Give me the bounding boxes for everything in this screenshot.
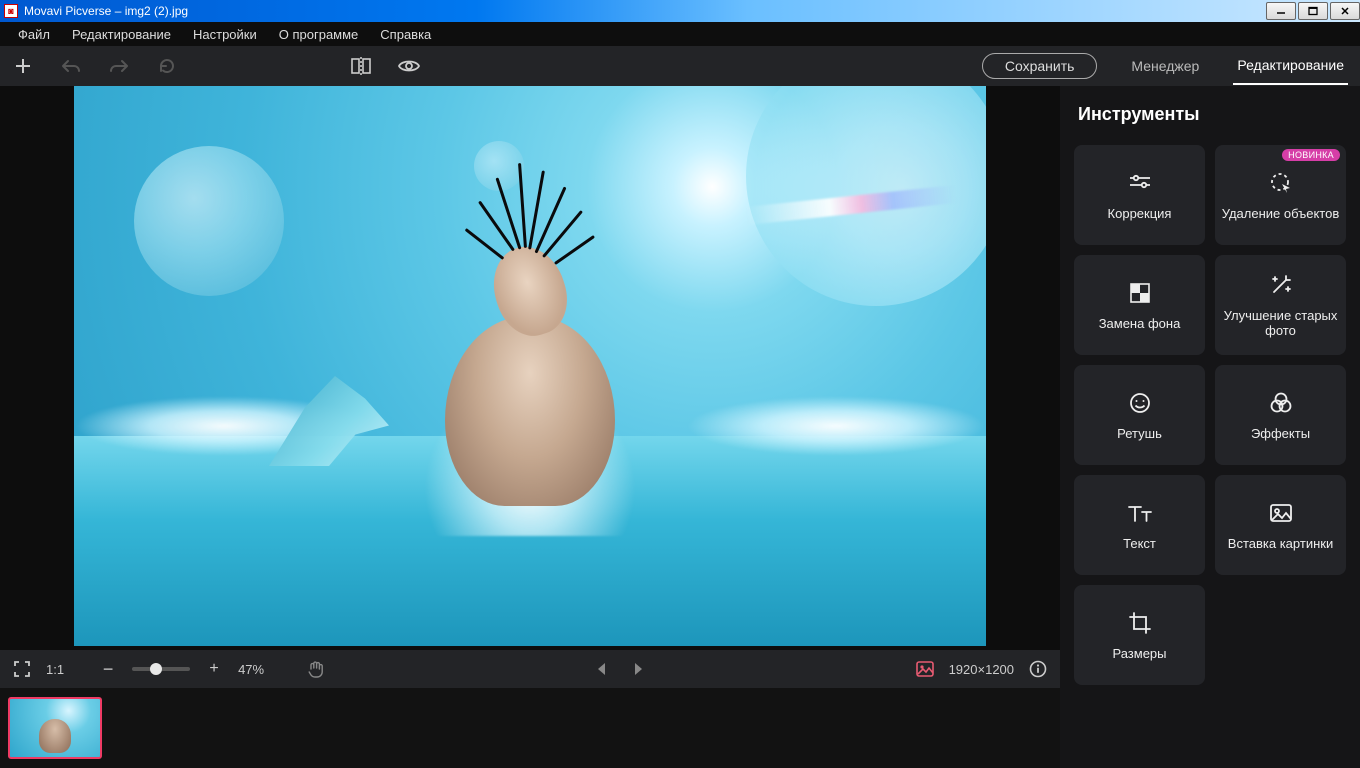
add-icon[interactable]	[12, 55, 34, 77]
save-button[interactable]: Сохранить	[982, 53, 1098, 79]
tool-object-removal[interactable]: НОВИНКА Удаление объектов	[1215, 145, 1346, 245]
canvas-viewport[interactable]	[0, 86, 1060, 650]
menu-file[interactable]: Файл	[8, 24, 60, 45]
tools-sidebar: Инструменты Коррекция НОВИНКА Удаление о…	[1060, 86, 1360, 768]
redo-icon[interactable]	[108, 55, 130, 77]
sliders-icon	[1127, 170, 1153, 196]
minimize-button[interactable]	[1266, 2, 1296, 20]
image-icon	[1268, 500, 1294, 526]
zoom-value: 47%	[238, 662, 264, 677]
tool-label: Эффекты	[1251, 426, 1310, 441]
preview-eye-icon[interactable]	[398, 55, 420, 77]
window-title: Movavi Picverse – img2 (2).jpg	[24, 4, 188, 18]
main-toolbar: Сохранить Менеджер Редактирование	[0, 46, 1360, 86]
next-image-icon[interactable]	[629, 659, 649, 679]
window-titlebar: ◙ Movavi Picverse – img2 (2).jpg	[0, 0, 1360, 22]
tab-manager[interactable]: Менеджер	[1127, 48, 1203, 84]
fit-actual-label[interactable]: 1:1	[46, 662, 64, 677]
app-icon: ◙	[4, 4, 18, 18]
tool-label: Улучшение старых фото	[1221, 308, 1340, 338]
bottom-controls: 1:1 − + 47% 1920×1200	[0, 650, 1060, 688]
tool-label: Коррекция	[1108, 206, 1172, 221]
close-button[interactable]	[1330, 2, 1360, 20]
undo-icon[interactable]	[60, 55, 82, 77]
thumbnail-selected[interactable]	[8, 697, 102, 759]
menu-help[interactable]: Справка	[370, 24, 441, 45]
venn-icon	[1268, 390, 1294, 416]
tool-label: Текст	[1123, 536, 1156, 551]
edited-image	[74, 86, 986, 646]
target-cursor-icon	[1268, 170, 1294, 196]
thumbnail-strip	[0, 688, 1060, 768]
window-controls	[1264, 2, 1360, 20]
compare-icon[interactable]	[350, 55, 372, 77]
tool-insert-image[interactable]: Вставка картинки	[1215, 475, 1346, 575]
zoom-slider-thumb[interactable]	[150, 663, 162, 675]
maximize-button[interactable]	[1298, 2, 1328, 20]
tool-old-photo[interactable]: Улучшение старых фото	[1215, 255, 1346, 355]
crop-icon	[1127, 610, 1153, 636]
tool-label: Замена фона	[1099, 316, 1181, 331]
main-area: 1:1 − + 47% 1920×1200	[0, 86, 1360, 768]
pan-hand-icon[interactable]	[306, 659, 326, 679]
menu-edit[interactable]: Редактирование	[62, 24, 181, 45]
sidebar-title: Инструменты	[1074, 104, 1346, 125]
zoom-in-button[interactable]: +	[204, 659, 224, 679]
menu-about[interactable]: О программе	[269, 24, 369, 45]
tool-resize[interactable]: Размеры	[1074, 585, 1205, 685]
canvas-area: 1:1 − + 47% 1920×1200	[0, 86, 1060, 768]
menubar: Файл Редактирование Настройки О программ…	[0, 22, 1360, 46]
reset-icon[interactable]	[156, 55, 178, 77]
tool-label: Ретушь	[1117, 426, 1162, 441]
prev-image-icon[interactable]	[591, 659, 611, 679]
text-icon	[1127, 500, 1153, 526]
tab-editing[interactable]: Редактирование	[1233, 47, 1348, 85]
info-icon[interactable]	[1028, 659, 1048, 679]
magic-wand-icon	[1268, 272, 1294, 298]
new-badge: НОВИНКА	[1282, 149, 1340, 161]
fullscreen-icon[interactable]	[12, 659, 32, 679]
image-dimensions: 1920×1200	[949, 662, 1014, 677]
image-nav	[591, 659, 649, 679]
tool-text[interactable]: Текст	[1074, 475, 1205, 575]
tool-label: Размеры	[1112, 646, 1166, 661]
tool-correction[interactable]: Коррекция	[1074, 145, 1205, 245]
zoom-out-button[interactable]: −	[98, 659, 118, 679]
image-indicator-icon[interactable]	[915, 659, 935, 679]
menu-settings[interactable]: Настройки	[183, 24, 267, 45]
tool-label: Удаление объектов	[1222, 206, 1340, 221]
tool-label: Вставка картинки	[1228, 536, 1333, 551]
checker-icon	[1127, 280, 1153, 306]
zoom-slider[interactable]	[132, 667, 190, 671]
smile-icon	[1127, 390, 1153, 416]
tool-bg-replace[interactable]: Замена фона	[1074, 255, 1205, 355]
tool-effects[interactable]: Эффекты	[1215, 365, 1346, 465]
tool-retouch[interactable]: Ретушь	[1074, 365, 1205, 465]
